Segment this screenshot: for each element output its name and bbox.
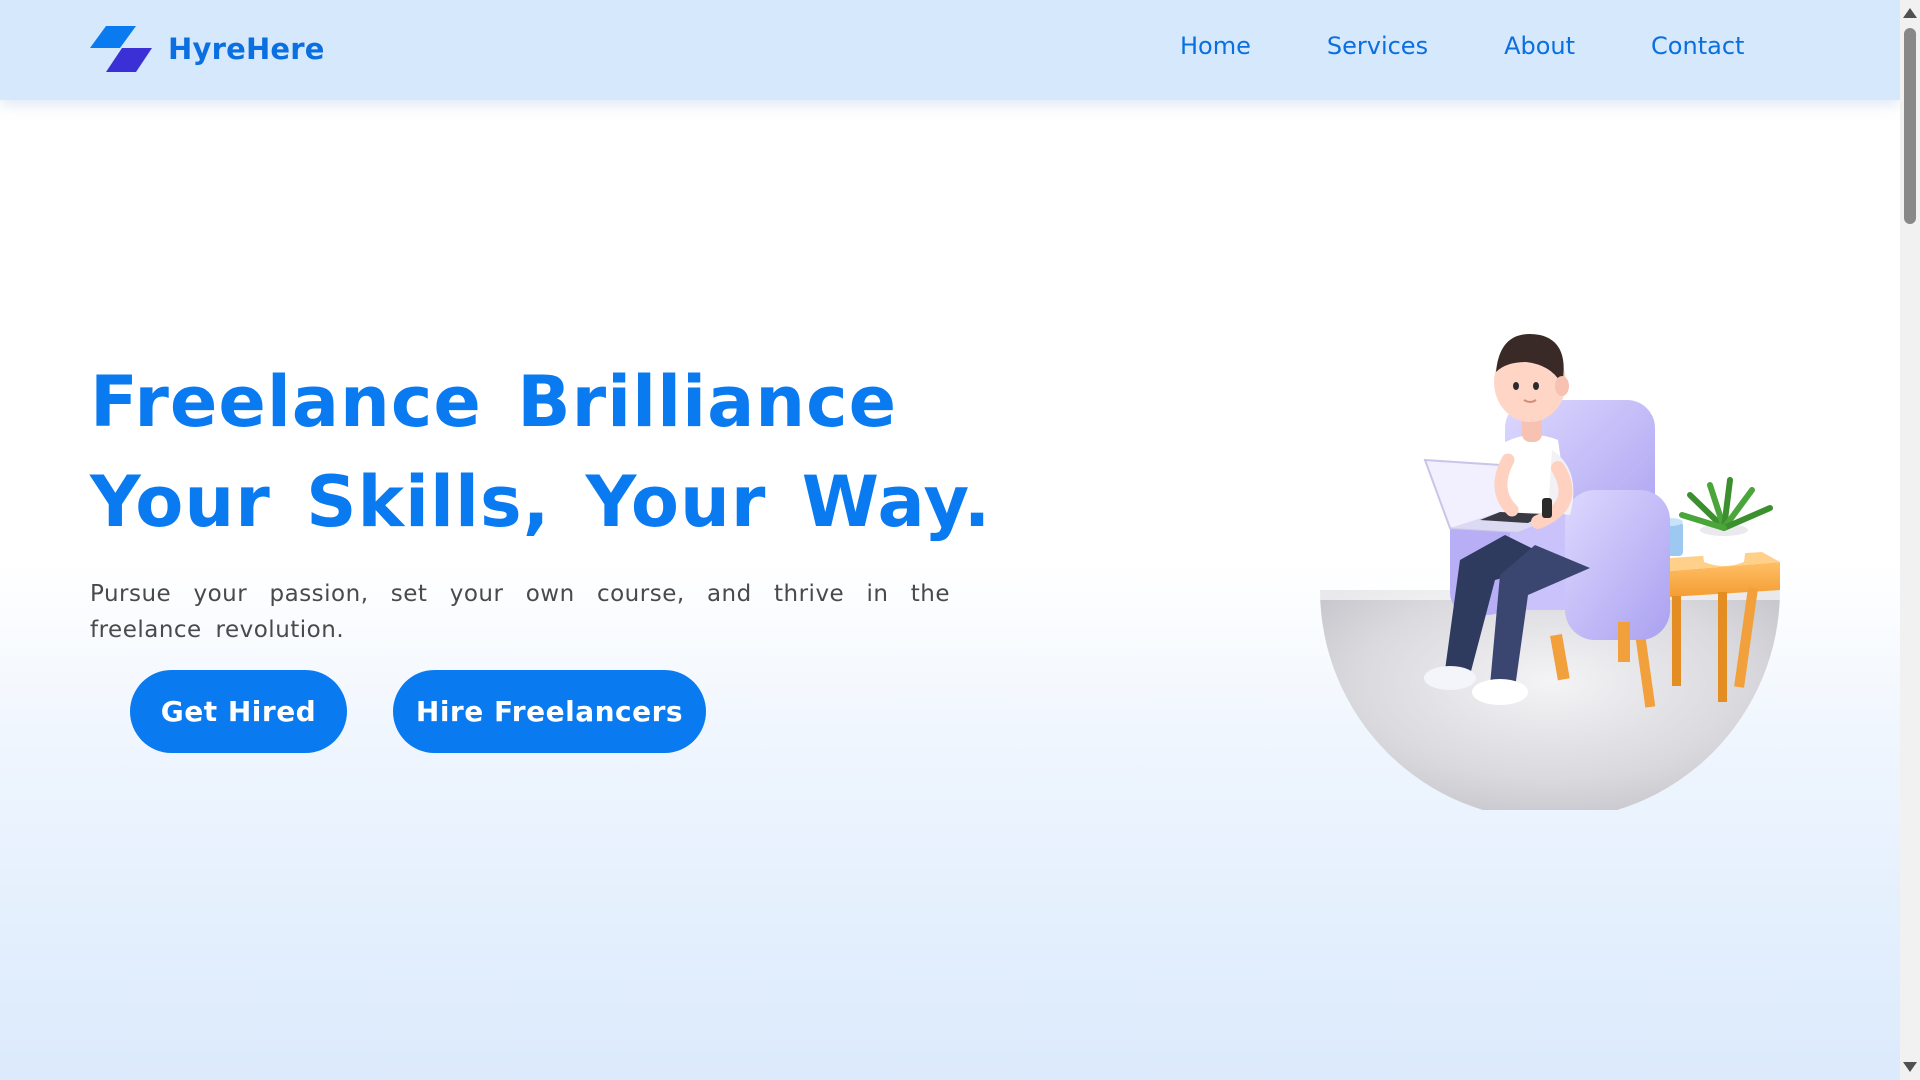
nav-link-contact[interactable]: Contact (1651, 32, 1744, 60)
landing-page: HyreHere Home Services About Contact Fre… (0, 0, 1900, 1080)
nav-link-services[interactable]: Services (1327, 32, 1428, 60)
hero-title-line-1: Freelance Brilliance (90, 361, 898, 443)
scroll-down-arrow-icon[interactable] (1903, 1062, 1917, 1072)
man-on-armchair-with-laptop-illustration (1320, 334, 1780, 810)
hero-description: Pursue your passion, set your own course… (90, 581, 950, 643)
hero-title-line-2: Your Skills, Your Way. (90, 461, 992, 543)
vertical-scrollbar[interactable] (1900, 0, 1920, 1080)
brand[interactable]: HyreHere (90, 26, 325, 72)
brand-logo-icon (90, 26, 152, 72)
scrollbar-thumb[interactable] (1904, 28, 1916, 224)
hire-freelancers-button[interactable]: Hire Freelancers (393, 670, 706, 753)
scroll-up-arrow-icon[interactable] (1903, 8, 1917, 18)
brand-name[interactable]: HyreHere (168, 32, 325, 66)
navbar: HyreHere Home Services About Contact (0, 0, 1900, 100)
nav-menu: Home Services About Contact (1180, 32, 1744, 60)
hero-title: Freelance Brilliance Your Skills, Your W… (90, 352, 991, 552)
get-hired-button[interactable]: Get Hired (130, 670, 347, 753)
nav-link-home[interactable]: Home (1180, 32, 1251, 60)
nav-link-about[interactable]: About (1504, 32, 1575, 60)
